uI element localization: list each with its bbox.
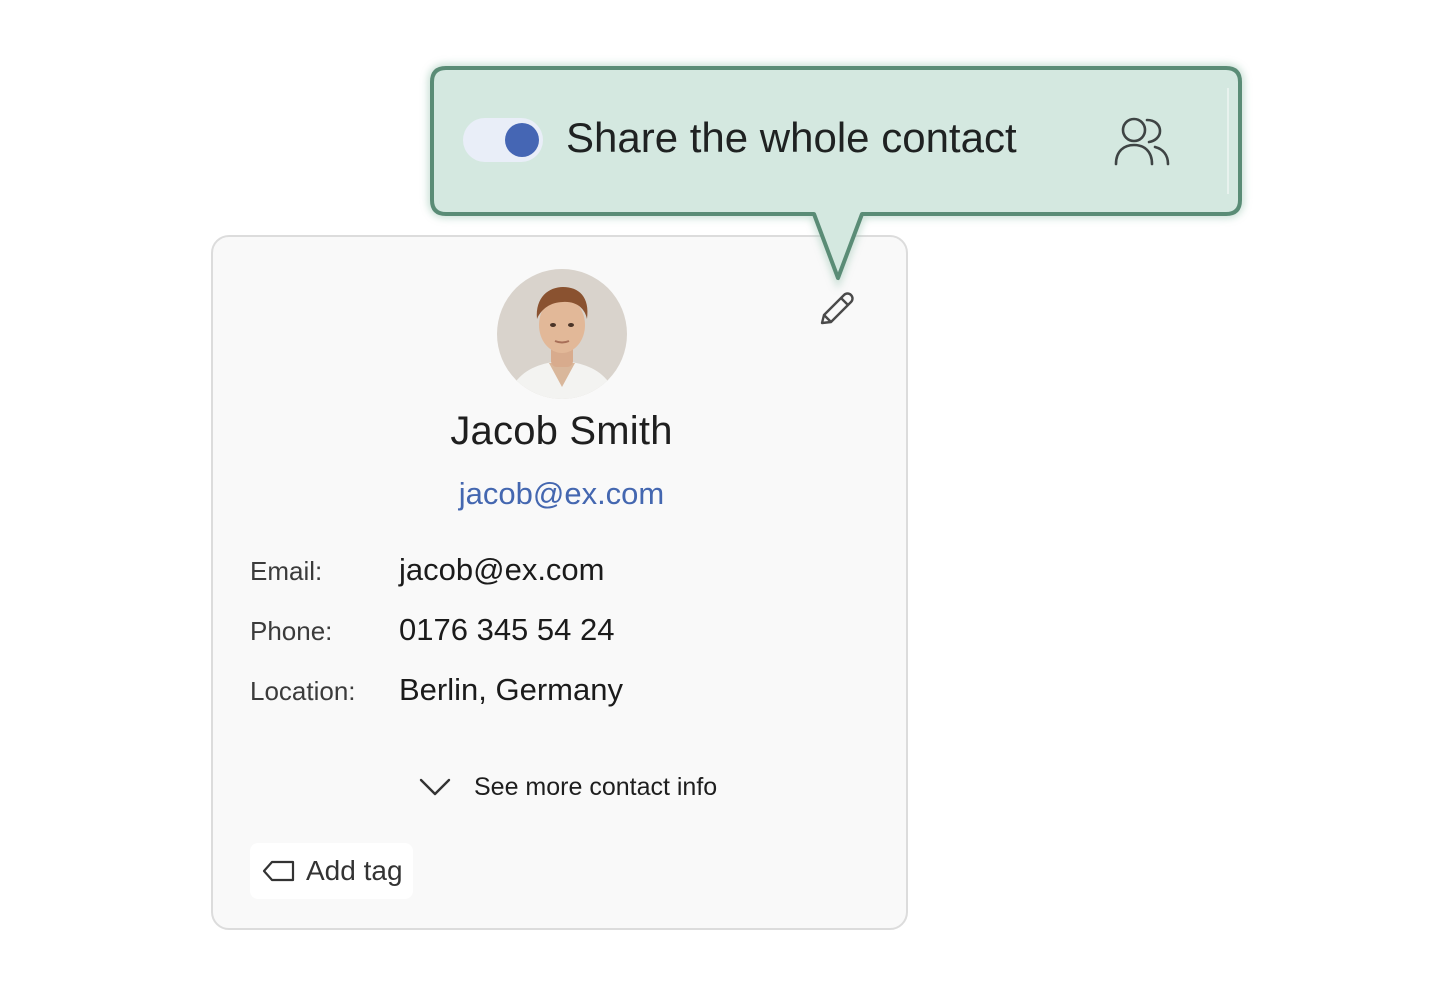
edit-contact-button[interactable]	[814, 287, 858, 331]
see-more-label: See more contact info	[474, 772, 718, 801]
tag-icon	[262, 860, 295, 882]
callout-text: Share the whole contact	[566, 114, 1017, 161]
avatar-photo	[497, 269, 627, 399]
detail-value: 0176 345 54 24	[399, 612, 615, 647]
chevron-down-icon	[419, 778, 451, 796]
contact-card: Jacob Smith jacob@ex.com Email: jacob@ex…	[211, 235, 908, 930]
share-toggle[interactable]	[463, 118, 543, 162]
detail-value: Berlin, Germany	[399, 672, 623, 707]
detail-value: jacob@ex.com	[399, 552, 605, 587]
contact-email-link[interactable]: jacob@ex.com	[213, 476, 910, 512]
detail-row-phone: Phone: 0176 345 54 24	[250, 612, 850, 672]
see-more-contact-info-button[interactable]: See more contact info	[418, 767, 717, 807]
stage: Jacob Smith jacob@ex.com Email: jacob@ex…	[0, 0, 1452, 994]
pencil-icon	[820, 292, 854, 325]
contact-name: Jacob Smith	[450, 409, 673, 453]
add-tag-label: Add tag	[306, 855, 403, 886]
detail-label: Phone:	[250, 616, 333, 646]
avatar	[497, 269, 627, 399]
detail-row-email: Email: jacob@ex.com	[250, 552, 850, 612]
add-tag-button[interactable]: Add tag	[250, 843, 413, 899]
detail-row-location: Location: Berlin, Germany	[250, 672, 850, 732]
detail-label: Email:	[250, 556, 323, 586]
contact-details: Email: jacob@ex.com Phone: 0176 345 54 2…	[250, 552, 850, 732]
toggle-knob	[505, 123, 539, 157]
people-icon	[1114, 117, 1170, 166]
callout-content: Share the whole contact	[432, 66, 1240, 216]
detail-label: Location:	[250, 676, 356, 706]
